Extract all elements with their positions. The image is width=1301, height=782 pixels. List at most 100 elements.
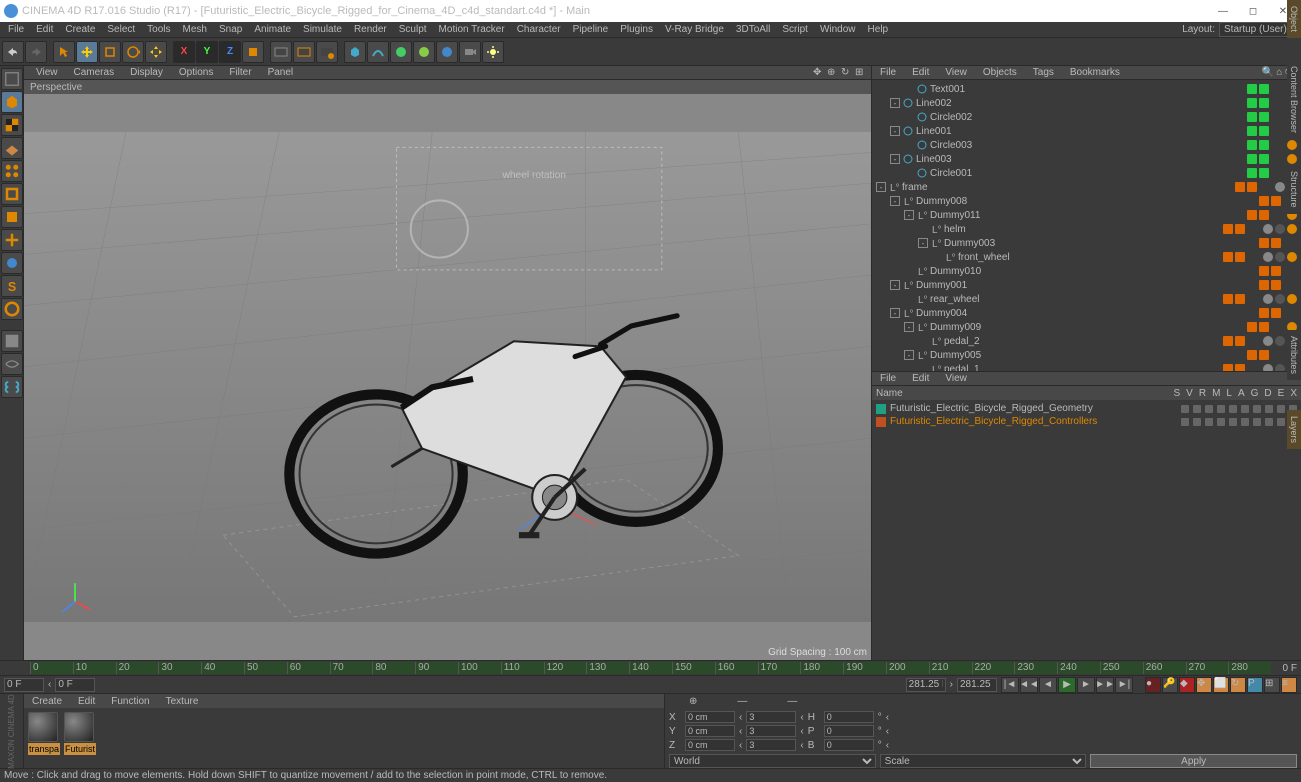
light-menu[interactable] [482,41,504,63]
next-key-button[interactable]: ►► [1096,677,1114,693]
rot-Z[interactable] [824,739,874,751]
rot-X[interactable] [824,711,874,723]
visibility-dot[interactable] [1259,266,1269,276]
tag-circ[interactable] [1287,224,1297,234]
tree-item-Text001[interactable]: Text001 [872,82,1301,96]
menu-snap[interactable]: Snap [213,23,248,36]
minimize-button[interactable]: — [1217,5,1229,17]
menu-motion tracker[interactable]: Motion Tracker [433,23,511,36]
tree-item-Circle001[interactable]: Circle001 [872,166,1301,180]
tree-label[interactable]: Dummy009 [930,322,1247,333]
visibility-dot[interactable] [1247,168,1257,178]
visibility-dot[interactable] [1223,364,1233,371]
tree-label[interactable]: Circle001 [930,168,1247,179]
apply-button[interactable]: Apply [1090,754,1297,768]
environment-menu[interactable] [436,41,458,63]
tree-label[interactable]: Dummy003 [944,238,1259,249]
prev-key-button[interactable]: ◄◄ [1020,677,1038,693]
obj-menu-tags[interactable]: Tags [1029,67,1058,78]
material-Futurist[interactable]: Futurist [64,712,96,755]
frame-end2-input[interactable] [957,678,997,692]
pos-Z[interactable] [685,739,735,751]
tag-circ[interactable] [1287,140,1297,150]
point-mode[interactable] [1,160,23,182]
tree-item-pedal_2[interactable]: L°pedal_2 [872,334,1301,348]
scale-key[interactable]: ⬜ [1213,677,1229,693]
menu-select[interactable]: Select [101,23,141,36]
tree-label[interactable]: Dummy001 [916,280,1259,291]
frame-end1-input[interactable] [906,678,946,692]
expand-icon[interactable]: - [890,154,900,164]
visibility-dot[interactable] [1223,252,1233,262]
vp-menu-panel[interactable]: Panel [260,67,302,78]
tree-label[interactable]: front_wheel [958,252,1223,263]
visibility-dot[interactable] [1247,112,1257,122]
menu-simulate[interactable]: Simulate [297,23,348,36]
tree-label[interactable]: Circle002 [930,112,1247,123]
soft-select[interactable] [1,298,23,320]
tree-item-Dummy001[interactable]: -L°Dummy001 [872,278,1301,292]
script-button[interactable] [1,376,23,398]
redo-button[interactable] [25,41,47,63]
tree-item-Dummy008[interactable]: -L°Dummy008 [872,194,1301,208]
visibility-dot[interactable] [1247,350,1257,360]
tag-tex2[interactable] [1275,252,1285,262]
pla-key[interactable]: ⊞ [1264,677,1280,693]
viewport-solo[interactable] [1,330,23,352]
tree-item-Circle003[interactable]: Circle003 [872,138,1301,152]
tree-item-Line003[interactable]: -Line003 [872,152,1301,166]
menu-mesh[interactable]: Mesh [177,23,213,36]
visibility-dot[interactable] [1247,154,1257,164]
vp-zoom-icon[interactable]: ⊕ [827,67,839,79]
menu-animate[interactable]: Animate [248,23,297,36]
visibility-dot[interactable] [1223,336,1233,346]
tree-label[interactable]: helm [944,224,1223,235]
menu-pipeline[interactable]: Pipeline [567,23,615,36]
goto-start-button[interactable]: |◄ [1001,677,1019,693]
size-Y[interactable] [746,725,796,737]
tag-tex2[interactable] [1275,294,1285,304]
expand-icon[interactable]: - [904,350,914,360]
tree-item-Dummy003[interactable]: -L°Dummy003 [872,236,1301,250]
visibility-dot[interactable] [1235,182,1245,192]
side-tab-object[interactable]: Object [1287,0,1301,38]
tree-item-helm[interactable]: L°helm [872,222,1301,236]
render-region[interactable] [293,41,315,63]
expand-icon[interactable]: - [890,98,900,108]
z-axis-lock[interactable]: Z [219,41,241,63]
goto-end-button[interactable]: ►| [1115,677,1133,693]
visibility-dot[interactable] [1259,280,1269,290]
visibility-dot[interactable] [1259,238,1269,248]
tree-label[interactable]: Circle003 [930,140,1247,151]
menu-tools[interactable]: Tools [141,23,176,36]
viewport[interactable]: wheel rotation [24,94,871,660]
autokey-button[interactable]: 🔑 [1162,677,1178,693]
tag-circ[interactable] [1287,154,1297,164]
tree-item-Dummy005[interactable]: -L°Dummy005 [872,348,1301,362]
vp-menu-filter[interactable]: Filter [221,67,259,78]
xray-toggle[interactable] [1,353,23,375]
menu-edit[interactable]: Edit [30,23,59,36]
tag-tex[interactable] [1263,294,1273,304]
tree-item-Circle002[interactable]: Circle002 [872,110,1301,124]
make-editable[interactable] [1,68,23,90]
tag-circ[interactable] [1287,294,1297,304]
scale-tool[interactable] [99,41,121,63]
tag-tex[interactable] [1263,224,1273,234]
menu-render[interactable]: Render [348,23,393,36]
visibility-dot[interactable] [1223,224,1233,234]
menu-sculpt[interactable]: Sculpt [393,23,433,36]
tree-label[interactable]: Dummy004 [916,308,1259,319]
texture-mode[interactable] [1,114,23,136]
vp-menu-cameras[interactable]: Cameras [66,67,123,78]
layer-color-swatch[interactable] [876,417,886,427]
y-axis-lock[interactable]: Y [196,41,218,63]
expand-icon[interactable]: - [876,182,886,192]
polygon-mode[interactable] [1,206,23,228]
menu-file[interactable]: File [2,23,30,36]
tree-item-Line002[interactable]: -Line002 [872,96,1301,110]
edge-mode[interactable] [1,183,23,205]
coord-system[interactable] [242,41,264,63]
prev-frame-button[interactable]: ◄ [1039,677,1057,693]
last-tool[interactable] [145,41,167,63]
